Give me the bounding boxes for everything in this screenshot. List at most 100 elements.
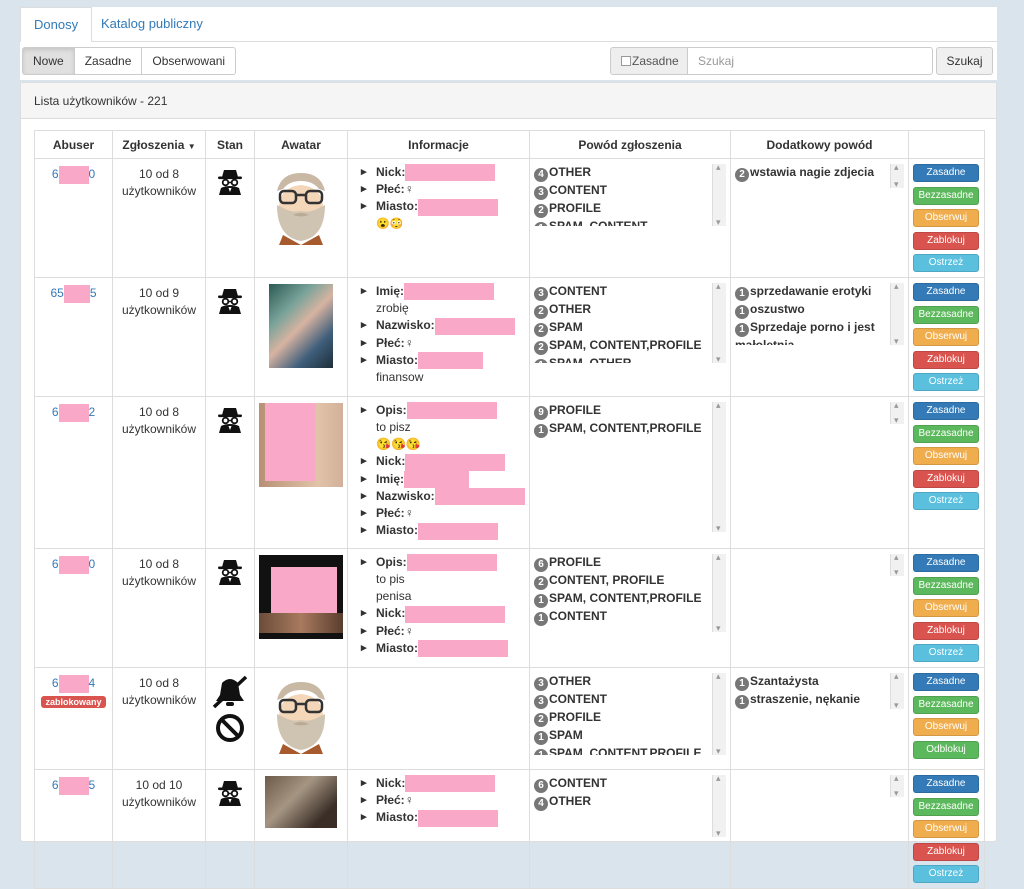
info-item[interactable]: Imię:: [360, 283, 525, 301]
scrollbar[interactable]: [712, 553, 726, 632]
scrollbar[interactable]: [890, 553, 904, 576]
bezzasadne-button[interactable]: Bezzasadne: [913, 797, 979, 816]
reasons-scrollbox[interactable]: 9 PROFILE 1 SPAM, CONTENT,PROFILE: [534, 401, 726, 532]
tab-donosy[interactable]: Donosy: [20, 7, 93, 43]
reasons-scrollbox[interactable]: 6 CONTENT 4 OTHER: [534, 774, 726, 837]
bezzasadne-button[interactable]: Bezzasadne: [913, 576, 979, 595]
zablokuj-button[interactable]: Zablokuj: [913, 842, 979, 861]
ostrzez-button[interactable]: Ostrzeż: [913, 492, 979, 511]
zasadne-button[interactable]: Zasadne: [913, 282, 979, 301]
info-item[interactable]: Miasto:: [360, 522, 525, 540]
extra-reasons-scrollbox[interactable]: [735, 401, 904, 424]
col-stan[interactable]: Stan: [205, 130, 255, 159]
info-item[interactable]: Nick:: [360, 164, 525, 182]
reasons-scrollbox[interactable]: 4OTHER3CONTENT2PROFILE1SPAM, CONTENT: [534, 164, 726, 226]
obserwuj-button[interactable]: Obserwuj: [913, 209, 979, 228]
abuser-id-link[interactable]: 60: [52, 166, 95, 184]
info-item[interactable]: Miasto:: [360, 198, 525, 216]
avatar[interactable]: [254, 276, 348, 397]
extra-reasons-scrollbox[interactable]: [735, 774, 904, 797]
ostrzez-button[interactable]: Ostrzeż: [913, 865, 979, 884]
scrollbar[interactable]: [712, 774, 726, 837]
scrollbar[interactable]: [890, 774, 904, 797]
obserwuj-button[interactable]: Obserwuj: [913, 820, 979, 839]
bezzasadne-button[interactable]: Bezzasadne: [913, 424, 979, 443]
zasadne-checkbox[interactable]: [621, 56, 631, 66]
filter-nowe-button[interactable]: Nowe: [22, 47, 75, 75]
bezzasadne-button[interactable]: Bezzasadne: [913, 695, 979, 714]
scrollbar[interactable]: [712, 164, 726, 226]
bezzasadne-button[interactable]: Bezzasadne: [913, 186, 979, 205]
avatar[interactable]: [254, 395, 348, 549]
scrollbar[interactable]: [712, 282, 726, 363]
abuser-id-link[interactable]: 65 5: [50, 284, 97, 303]
info-item[interactable]: Nazwisko:: [360, 317, 525, 335]
reasons-scrollbox[interactable]: 6 PROFILE 2 CONTENT, PROFILE 1 SPAM, CONTENT,…: [534, 553, 726, 632]
info-item[interactable]: Miasto:: [360, 640, 525, 657]
col-abuser[interactable]: Abuser: [34, 130, 113, 159]
search-button[interactable]: Szukaj: [936, 47, 993, 75]
zablokuj-button[interactable]: Zablokuj: [913, 469, 979, 488]
col-awatar[interactable]: Awatar: [254, 130, 348, 159]
bezzasadne-button[interactable]: Bezzasadne: [913, 305, 979, 324]
info-item[interactable]: Nick:: [360, 775, 525, 793]
info-item[interactable]: Płeć:♀: [360, 181, 525, 198]
filter-zasadne-button[interactable]: Zasadne: [73, 47, 143, 75]
reasons-scrollbox[interactable]: 3OTHER3CONTENT2PROFILE1SPAM1SPAM, CONTEN…: [534, 672, 726, 755]
obserwuj-button[interactable]: Obserwuj: [913, 447, 979, 466]
zablokuj-button[interactable]: Zablokuj: [913, 350, 979, 369]
extra-reasons-scrollbox[interactable]: 1 sprzedawanie erotyki 1 oszustwo 1 Sprzedaje…: [735, 282, 904, 345]
scrollbar[interactable]: [890, 282, 904, 345]
scrollbar[interactable]: [890, 164, 904, 188]
info-item[interactable]: Płeć:♀: [360, 623, 525, 640]
filter-obserwowani-button[interactable]: Obserwowani: [141, 47, 237, 75]
col-dodatkowy-powod[interactable]: Dodatkowy powód: [730, 130, 909, 159]
info-item[interactable]: Płeć:♀: [360, 505, 525, 522]
obserwuj-button[interactable]: Obserwuj: [913, 328, 979, 347]
tab-katalog-publiczny[interactable]: Katalog publiczny: [88, 7, 216, 42]
ostrzez-button[interactable]: Ostrzeż: [913, 373, 979, 392]
zablokuj-button[interactable]: Zablokuj: [913, 231, 979, 250]
zasadne-button[interactable]: Zasadne: [913, 553, 979, 572]
abuser-id-link[interactable]: 62: [52, 403, 95, 422]
avatar[interactable]: [254, 158, 348, 278]
col-powod[interactable]: Powód zgłoszenia: [529, 130, 731, 159]
abuser-id-link[interactable]: 60: [52, 555, 95, 574]
search-input[interactable]: Szukaj: [687, 47, 933, 75]
scrollbar[interactable]: [890, 401, 904, 424]
avatar[interactable]: [254, 768, 348, 889]
info-item[interactable]: Płeć:♀: [360, 335, 525, 352]
info-item[interactable]: Miasto:: [360, 809, 525, 827]
zasadne-button[interactable]: Zasadne: [913, 164, 979, 182]
info-item[interactable]: Opis:: [360, 402, 525, 420]
ostrzez-button[interactable]: Ostrzeż: [913, 644, 979, 663]
info-item[interactable]: Opis:: [360, 554, 525, 572]
scrollbar[interactable]: [890, 672, 904, 709]
zasadne-button[interactable]: Zasadne: [913, 401, 979, 420]
ostrzez-button[interactable]: Ostrzeż: [913, 254, 979, 273]
scrollbar[interactable]: [712, 401, 726, 532]
scrollbar[interactable]: [712, 672, 726, 755]
obserwuj-button[interactable]: Obserwuj: [913, 718, 979, 737]
zablokuj-button[interactable]: Zablokuj: [913, 621, 979, 640]
info-item[interactable]: Nick:: [360, 605, 525, 623]
extra-reasons-scrollbox[interactable]: 2 wstawia nagie zdjecia: [735, 164, 904, 188]
zasadne-button[interactable]: Zasadne: [913, 672, 979, 691]
zasadne-checkbox-addon[interactable]: Zasadne: [610, 47, 688, 75]
odblokuj-button[interactable]: Odblokuj: [913, 740, 979, 759]
info-item[interactable]: Miasto:: [360, 352, 525, 369]
info-item[interactable]: Płeć:♀: [360, 792, 525, 809]
zasadne-button[interactable]: Zasadne: [913, 774, 979, 793]
extra-reasons-scrollbox[interactable]: 1 Szantażysta 1 straszenie, nękanie: [735, 672, 904, 709]
info-item[interactable]: Imię:: [360, 471, 525, 488]
reasons-scrollbox[interactable]: 3 CONTENT 2 OTHER 2 SPAM 2 SPAM, CONTENT,PROFIL…: [534, 282, 726, 363]
col-zgloszenia[interactable]: Zgłoszenia ▼: [112, 130, 206, 159]
col-informacje[interactable]: Informacje: [347, 130, 530, 159]
avatar[interactable]: [254, 666, 348, 770]
avatar[interactable]: [254, 547, 348, 668]
obserwuj-button[interactable]: Obserwuj: [913, 599, 979, 618]
info-item[interactable]: Nazwisko:: [360, 488, 525, 506]
abuser-id-link[interactable]: 64: [52, 674, 95, 693]
extra-reasons-scrollbox[interactable]: [735, 553, 904, 576]
abuser-id-link[interactable]: 65: [52, 776, 95, 795]
